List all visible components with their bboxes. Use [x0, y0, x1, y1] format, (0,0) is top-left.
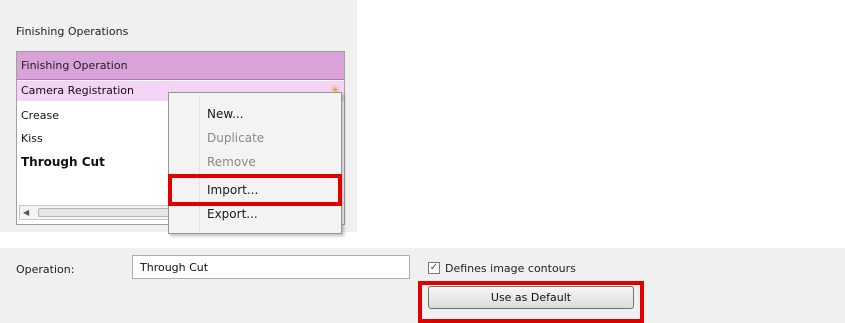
finishing-operations-panel: Finishing Operations Finishing Operation…: [0, 0, 357, 234]
list-item-label: Crease: [21, 109, 59, 122]
operation-label: Operation:: [16, 263, 75, 276]
menu-item-remove[interactable]: Remove: [169, 151, 341, 175]
list-item-label: Kiss: [21, 132, 43, 145]
menu-item-duplicate[interactable]: Duplicate: [169, 127, 341, 151]
scrollbar-thumb[interactable]: [38, 208, 178, 217]
column-header-finishing-operation[interactable]: Finishing Operation: [17, 52, 344, 80]
checkmark-icon: ✓: [429, 262, 439, 273]
operation-field[interactable]: Through Cut: [132, 255, 410, 279]
menu-separator: [203, 177, 338, 178]
operation-panel: Operation: Through Cut ✓ Defines image c…: [0, 248, 845, 323]
context-menu: New... Duplicate Remove Import... Export…: [168, 92, 342, 234]
list-item-label: Through Cut: [21, 155, 105, 169]
finishing-operations-title: Finishing Operations: [16, 25, 129, 38]
horizontal-scrollbar[interactable]: ◀: [19, 205, 179, 220]
menu-item-import[interactable]: Import...: [169, 179, 341, 203]
defines-contours-checkbox[interactable]: ✓: [428, 262, 440, 274]
defines-contours-label[interactable]: Defines image contours: [445, 262, 576, 275]
arrow-left-icon[interactable]: ◀: [23, 206, 29, 219]
menu-item-export[interactable]: Export...: [169, 203, 341, 227]
list-item-label: Camera Registration: [21, 84, 134, 97]
menu-item-new[interactable]: New...: [169, 103, 341, 127]
use-as-default-button[interactable]: Use as Default: [428, 286, 634, 309]
